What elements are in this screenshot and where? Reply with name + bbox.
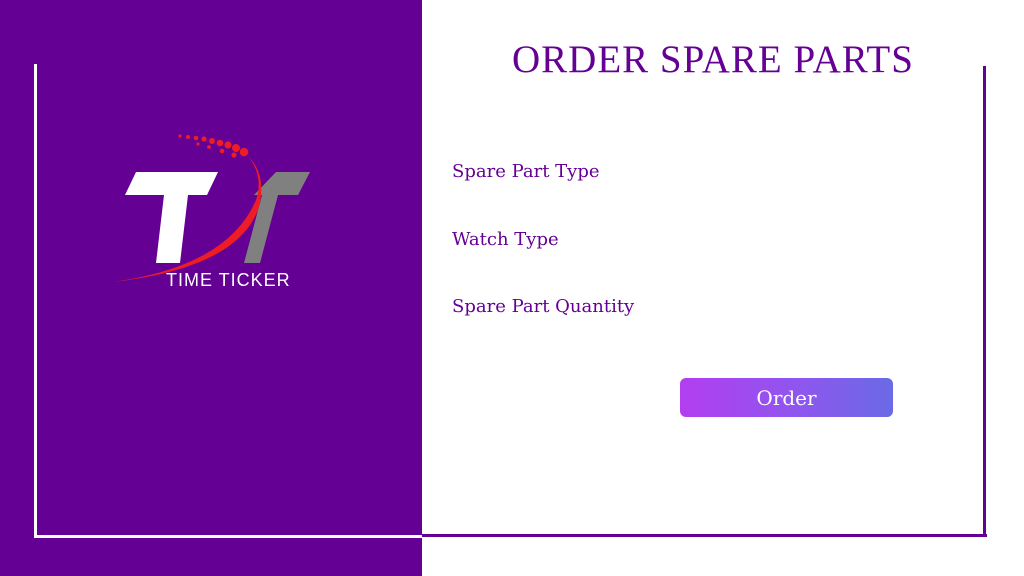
frame-line-left-vertical [34, 64, 37, 538]
logo-white-t [125, 172, 218, 263]
left-brand-panel: TIME TICKER [0, 0, 422, 576]
spare-part-type-label: Spare Part Type [452, 161, 600, 182]
frame-line-right-vertical [983, 66, 986, 537]
frame-line-right-bottom [422, 534, 987, 537]
time-ticker-logo: TIME TICKER [108, 128, 324, 294]
order-button[interactable]: Order [680, 378, 893, 417]
spare-part-quantity-label: Spare Part Quantity [452, 296, 635, 317]
brand-name: TIME TICKER [166, 270, 291, 290]
logo-red-dots [178, 134, 249, 158]
watch-type-label: Watch Type [452, 229, 559, 250]
page-title: ORDER SPARE PARTS [512, 38, 914, 81]
frame-line-left-bottom [34, 535, 422, 538]
